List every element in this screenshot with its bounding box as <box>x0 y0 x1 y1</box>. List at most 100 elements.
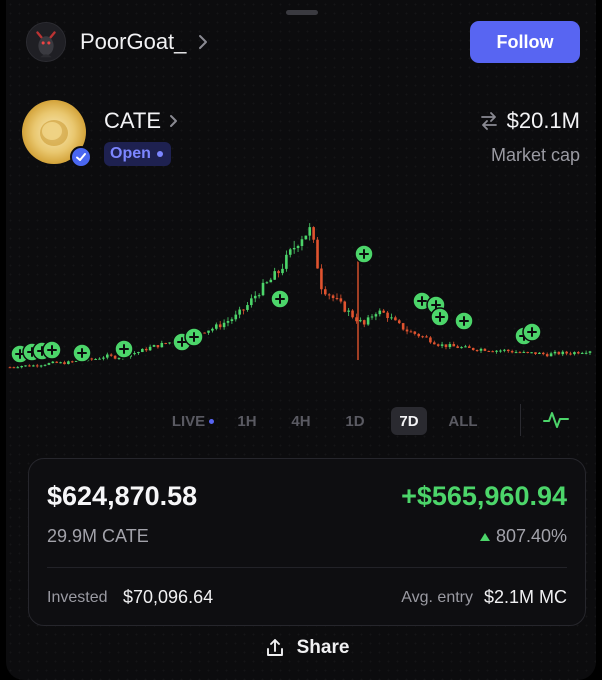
tab-7d[interactable]: 7D <box>391 407 427 435</box>
candle <box>557 351 561 355</box>
username[interactable]: PoorGoat_ <box>80 29 186 55</box>
candle <box>24 365 27 367</box>
plus-circle-icon[interactable] <box>522 322 542 342</box>
candle <box>366 317 370 325</box>
candle <box>351 310 354 318</box>
candle <box>222 322 226 328</box>
candle <box>452 344 456 347</box>
candle <box>261 282 265 296</box>
invested-value: $70,096.64 <box>123 587 214 607</box>
tab-live[interactable]: LIVE <box>166 407 220 435</box>
candle <box>257 295 261 297</box>
candle <box>269 279 273 283</box>
plus-circle-icon[interactable] <box>114 339 134 359</box>
live-dot <box>209 418 215 424</box>
tab-label: 1D <box>345 412 365 430</box>
candle <box>580 352 584 354</box>
goat-avatar-icon[interactable] <box>26 22 66 62</box>
candle <box>413 331 417 334</box>
candle <box>106 354 109 358</box>
candle <box>530 352 533 354</box>
candle <box>538 352 541 354</box>
candle <box>518 352 522 354</box>
candle <box>491 351 494 353</box>
tab-label: LIVE <box>171 412 206 430</box>
tab-1h[interactable]: 1H <box>220 407 274 435</box>
candle <box>397 320 401 324</box>
tab-label: ALL <box>448 412 478 430</box>
plus-circle-icon[interactable] <box>270 289 290 309</box>
candle <box>588 351 592 353</box>
price-chart[interactable] <box>6 220 596 390</box>
plus-circle-icon[interactable] <box>184 327 204 347</box>
token-name: CATE <box>104 108 162 133</box>
candle <box>460 347 463 349</box>
timeframe-tabs: LIVE 1H 4H 1D 7D ALL <box>166 406 490 436</box>
candle <box>331 295 335 299</box>
candle <box>316 239 319 269</box>
status-badge: Open <box>104 142 171 166</box>
candle <box>16 367 20 369</box>
candle <box>215 324 218 329</box>
candle <box>230 319 234 322</box>
candle <box>569 353 572 355</box>
candle <box>102 357 105 359</box>
candle <box>405 329 409 332</box>
token-sheet: PoorGoat_ Follow CATE Open $20.1M Market… <box>6 0 596 680</box>
candle <box>250 298 253 306</box>
tab-divider <box>520 404 521 436</box>
candle <box>335 298 339 300</box>
candle <box>432 342 436 345</box>
plus-circle-icon[interactable] <box>354 244 374 264</box>
plus-circle-icon[interactable] <box>454 311 474 331</box>
candle <box>464 346 467 348</box>
candle <box>211 328 214 331</box>
candle <box>444 344 448 348</box>
tab-4h[interactable]: 4H <box>274 407 328 435</box>
candle <box>70 361 74 363</box>
pulse-line-icon[interactable] <box>542 408 570 432</box>
tab-label: 1H <box>237 412 257 430</box>
chevron-right-icon[interactable] <box>198 34 208 50</box>
candle <box>304 235 308 240</box>
candle <box>28 365 31 367</box>
plus-circle-icon[interactable] <box>72 343 92 363</box>
avg-entry-label: Avg. entry <box>401 589 473 606</box>
candle <box>378 310 382 315</box>
candle <box>526 351 530 353</box>
share-button[interactable]: Share <box>28 626 586 670</box>
plus-circle-icon[interactable] <box>42 340 62 360</box>
market-cap-toggle[interactable]: $20.1M <box>479 108 580 134</box>
candle <box>374 314 378 317</box>
candle <box>409 331 413 333</box>
candle <box>156 345 160 348</box>
candle <box>160 342 164 348</box>
plus-circle-icon[interactable] <box>430 307 450 327</box>
pnl-percent: 807.40% <box>479 526 567 547</box>
candle <box>471 347 475 351</box>
sheet-grabber[interactable] <box>286 10 318 15</box>
candle <box>43 364 47 366</box>
candle <box>468 346 471 348</box>
candle <box>479 348 483 351</box>
candle <box>67 361 70 365</box>
candle <box>483 348 487 351</box>
token-summary: CATE Open $20.1M Market cap <box>22 100 580 170</box>
candle <box>499 350 502 352</box>
profile-header: PoorGoat_ Follow <box>26 20 580 64</box>
tab-1d[interactable]: 1D <box>328 407 382 435</box>
follow-button[interactable]: Follow <box>470 21 580 63</box>
candle <box>436 344 440 346</box>
candle <box>394 317 397 321</box>
market-cap-value: $20.1M <box>506 108 580 133</box>
token-name-link[interactable]: CATE <box>104 108 178 134</box>
up-triangle-icon <box>479 532 490 541</box>
tab-all[interactable]: ALL <box>436 407 490 435</box>
candle <box>98 358 101 360</box>
candle <box>300 239 304 247</box>
candle <box>90 358 94 360</box>
candle <box>12 367 16 369</box>
candle <box>47 363 51 365</box>
candle <box>94 358 97 360</box>
token-amount: 29.9M CATE <box>47 526 149 546</box>
